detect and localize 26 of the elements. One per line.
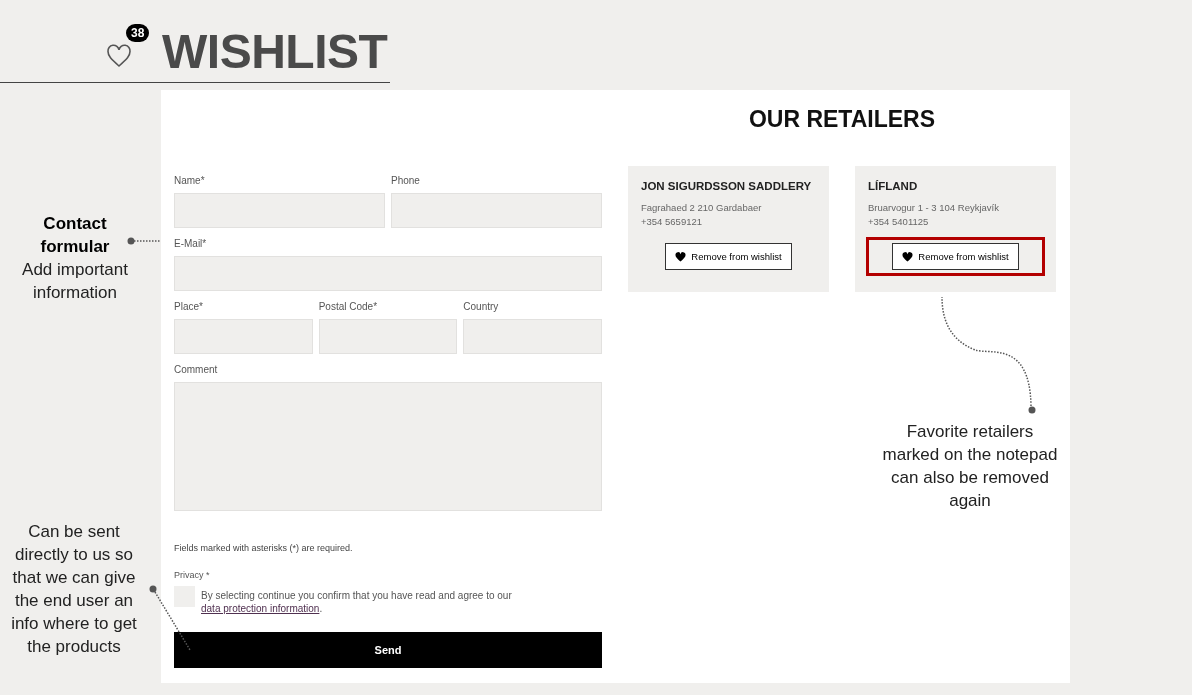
annotation-text: Favorite retailers marked on the notepad can also be removed again (881, 421, 1059, 512)
required-note: Fields marked with asterisks (*) are required. (174, 543, 354, 553)
retailer-name: JON SIGURDSSON SADDLERY (641, 180, 813, 192)
page-title: WISHLIST (162, 28, 388, 76)
annotation-text: Can be sent directly to us so that we can give the end user an info where to get the products (10, 521, 138, 658)
field-label: Country (463, 301, 500, 312)
count-badge: 38 (126, 24, 150, 42)
field-label: Place* (174, 301, 204, 312)
field-label: Postal Code* (318, 301, 379, 312)
field-label: Comment (174, 364, 219, 375)
field-label: E-Mail* (174, 238, 208, 249)
send-button[interactable]: Send (174, 632, 602, 668)
privacy-label: Privacy * (174, 570, 211, 580)
retailer-address: Bruarvogur 1 - 3 104 Reykjavík (868, 201, 1000, 215)
field-label: Name* (174, 175, 206, 186)
annotation-text: Add important information (21, 259, 129, 304)
retailer-name: LÍFLAND (868, 180, 919, 192)
retailer-phone: +354 5659121 (641, 215, 704, 229)
retailer-address: Fagrahaed 2 210 Gardabaer (641, 201, 763, 215)
remove-from-wishlist-button[interactable]: Remove from wishlist (665, 243, 792, 270)
retailer-phone: +354 5401125 (868, 215, 930, 229)
field-label: Phone (391, 175, 421, 186)
remove-from-wishlist-button[interactable]: Remove from wishlist (892, 243, 1019, 270)
section-title: OUR RETAILERS (747, 106, 937, 133)
privacy-statement: By selecting continue you confirm that you have read and agree to our data protection information. (201, 589, 513, 615)
annotation-title: Contact formular (39, 213, 111, 258)
